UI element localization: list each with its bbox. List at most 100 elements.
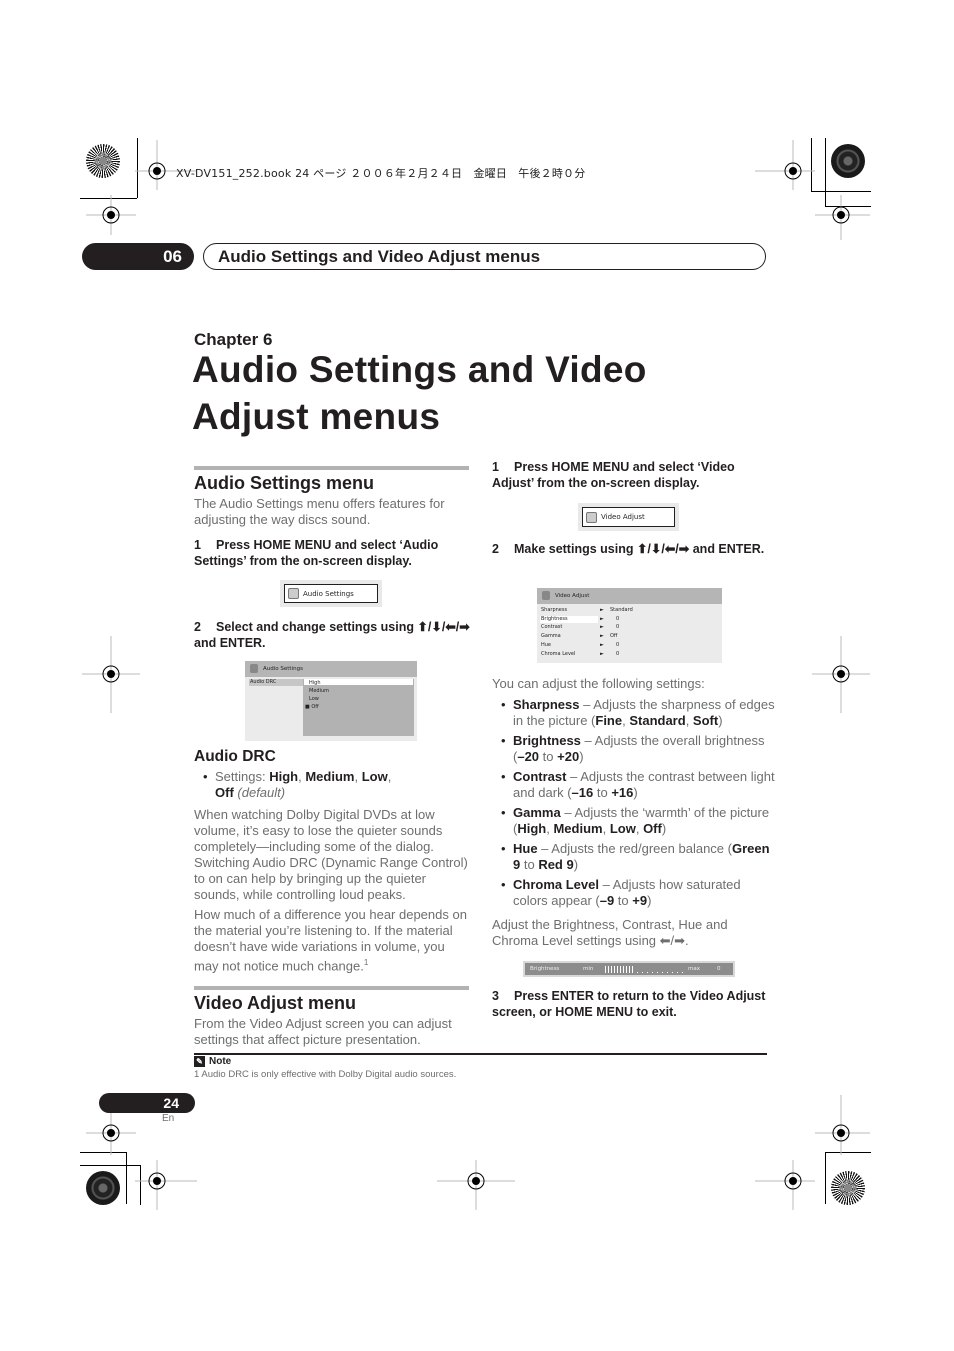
speaker-icon — [288, 588, 299, 599]
step-text: Select and change settings using ⬆/⬇/⬅/➡… — [194, 620, 470, 650]
step-1: 1 Press HOME MENU and select ‘Audio Setti… — [194, 537, 469, 569]
osd-option: High — [309, 680, 321, 686]
osd-row-arrow-icon: ► — [600, 641, 604, 648]
osd-row-value: Standard — [610, 607, 633, 613]
osd-row-value: Off — [610, 633, 618, 640]
slider-tick-empty — [647, 972, 648, 973]
section-heading: Audio Settings menu — [194, 473, 374, 493]
slider-label: Brightness — [530, 966, 560, 972]
slider-tick-empty — [672, 972, 673, 973]
osd-title: Video Adjust — [555, 593, 590, 599]
pencil-icon: ✎ — [194, 1056, 205, 1067]
slider-tick-empty — [662, 972, 663, 973]
step-text: Press HOME MENU and select ‘Audio Settin… — [194, 538, 439, 568]
chapter-running-title: Audio Settings and Video Adjust menus — [203, 243, 766, 270]
slider-tick-filled — [611, 966, 612, 973]
tv-icon — [586, 511, 597, 523]
slider-tick-empty — [667, 972, 668, 973]
slider-tick-empty — [642, 972, 643, 973]
slider-tick-empty — [657, 972, 658, 973]
osd-row-value: 0 — [616, 641, 620, 648]
chapter-title-line: Audio Settings and Video — [192, 349, 647, 390]
osd-row-name: Contrast — [541, 624, 563, 631]
osd-row-value: 0 — [616, 615, 620, 622]
osd-item-audio-drc: Audio DRC — [249, 679, 304, 686]
chapter-title: Audio Settings and Video Adjust menus — [192, 346, 752, 440]
slider-tick-empty — [677, 972, 678, 973]
slider-min-label: min — [583, 966, 594, 972]
slider-ticks — [605, 965, 683, 973]
tv-icon — [542, 591, 550, 600]
brightness-slider: Brightness min max 0 — [523, 961, 735, 977]
step-text: Press ENTER to return to the Video Adjus… — [492, 989, 766, 1019]
setting-item: Gamma – Adjusts the ‘warmth’ of the pict… — [492, 805, 777, 837]
osd-row-name: Hue — [541, 641, 552, 648]
page-number: 24 — [99, 1093, 195, 1113]
section-heading: Video Adjust menu — [194, 993, 357, 1013]
osd-option: Medium — [309, 688, 329, 694]
settings-list: Sharpness – Adjusts the sharpness of edg… — [492, 697, 777, 913]
slider-tick-filled — [620, 966, 621, 973]
slider-tick-filled — [632, 966, 633, 973]
video-adjust-section: Video Adjust menu From the Video Adjust … — [194, 986, 469, 1048]
slider-tick-empty — [652, 972, 653, 973]
osd-row-arrow-icon: ► — [600, 615, 604, 622]
slider-tick-filled — [605, 966, 606, 973]
osd-option-selected: ■ Off — [305, 704, 319, 710]
setting-item: Sharpness – Adjusts the sharpness of edg… — [492, 697, 777, 729]
note-heading: ✎ Note — [194, 1056, 231, 1067]
chapter-number-tab: 06 — [82, 243, 194, 270]
settings-intro: You can adjust the following settings: — [492, 676, 705, 691]
setting-item: Brightness – Adjusts the overall brightn… — [492, 733, 777, 765]
osd-row-arrow-icon: ► — [600, 633, 604, 640]
slider-tick-empty — [637, 972, 638, 973]
drc-paragraph: How much of a difference you hear depend… — [194, 907, 467, 974]
osd-row-arrow-icon: ► — [600, 650, 604, 657]
step-text: Make settings using ⬆/⬇/⬅/➡ and ENTER. — [514, 542, 765, 556]
section-divider — [194, 986, 469, 990]
osd-audio-settings-button: Audio Settings — [280, 580, 382, 607]
osd-row-value: 0 — [616, 650, 620, 657]
video-step-1: 1 Press HOME MENU and select ‘Video Adjus… — [492, 459, 767, 491]
drc-paragraph: When watching Dolby Digital DVDs at low … — [194, 807, 468, 902]
osd-options-panel: High Medium Low ■ Off — [303, 679, 414, 736]
step-number: 2 — [194, 620, 201, 634]
osd-row-arrow-icon: ► — [600, 607, 604, 613]
subsection-heading: Audio DRC — [194, 748, 276, 765]
osd-row-name: Gamma — [541, 633, 561, 640]
osd-video-adjust-button: Video Adjust — [578, 503, 679, 531]
slider-tick-filled — [617, 966, 618, 973]
setting-item: Hue – Adjusts the red/green balance (Gre… — [492, 841, 777, 873]
slider-value: 0 — [717, 966, 721, 972]
section-intro: The Audio Settings menu offers features … — [194, 496, 445, 527]
osd-row-name: Sharpness — [541, 607, 568, 613]
speaker-icon — [250, 664, 258, 673]
slider-tick-filled — [608, 966, 609, 973]
footnote-ref[interactable]: 1 — [364, 958, 368, 967]
step-number: 1 — [194, 538, 201, 552]
step-number: 3 — [492, 989, 499, 1003]
adjust-note: Adjust the Brightness, Contrast, Hue and… — [492, 917, 728, 948]
drc-settings-bullet: Settings: High, Medium, Low,Off (default… — [194, 769, 472, 801]
osd-button-label: Video Adjust — [601, 513, 645, 521]
audio-settings-section: Audio Settings menu The Audio Settings m… — [194, 466, 469, 569]
slider-tick-filled — [626, 966, 627, 973]
osd-title: Audio Settings — [263, 666, 303, 672]
slider-tick-filled — [623, 966, 624, 973]
chapter-title-line: Adjust menus — [192, 396, 441, 437]
osd-row-value: 0 — [616, 624, 620, 631]
note-divider — [194, 1053, 767, 1055]
osd-option: Low — [309, 696, 319, 702]
setting-item: Contrast – Adjusts the contrast between … — [492, 769, 777, 801]
step-2: 2 Select and change settings using ⬆/⬇/⬅/… — [194, 619, 474, 651]
step-text: Press HOME MENU and select ‘Video Adjust… — [492, 460, 735, 490]
slider-tick-filled — [614, 966, 615, 973]
section-intro: From the Video Adjust screen you can adj… — [194, 1016, 452, 1047]
osd-row-name: Chroma Level — [541, 650, 576, 657]
page-language: En — [162, 1113, 175, 1124]
audio-drc-section: Audio DRC Settings: High, Medium, Low,Of… — [194, 748, 472, 974]
slider-tick-empty — [682, 972, 683, 973]
osd-row-arrow-icon: ► — [600, 624, 604, 631]
osd-video-adjust-menu: Video Adjust Sharpness ► Standard Brightnes… — [537, 588, 722, 663]
print-header: XV-DV151_252.book 24 ページ ２００６年２月２４日 金曜日 … — [176, 167, 586, 180]
